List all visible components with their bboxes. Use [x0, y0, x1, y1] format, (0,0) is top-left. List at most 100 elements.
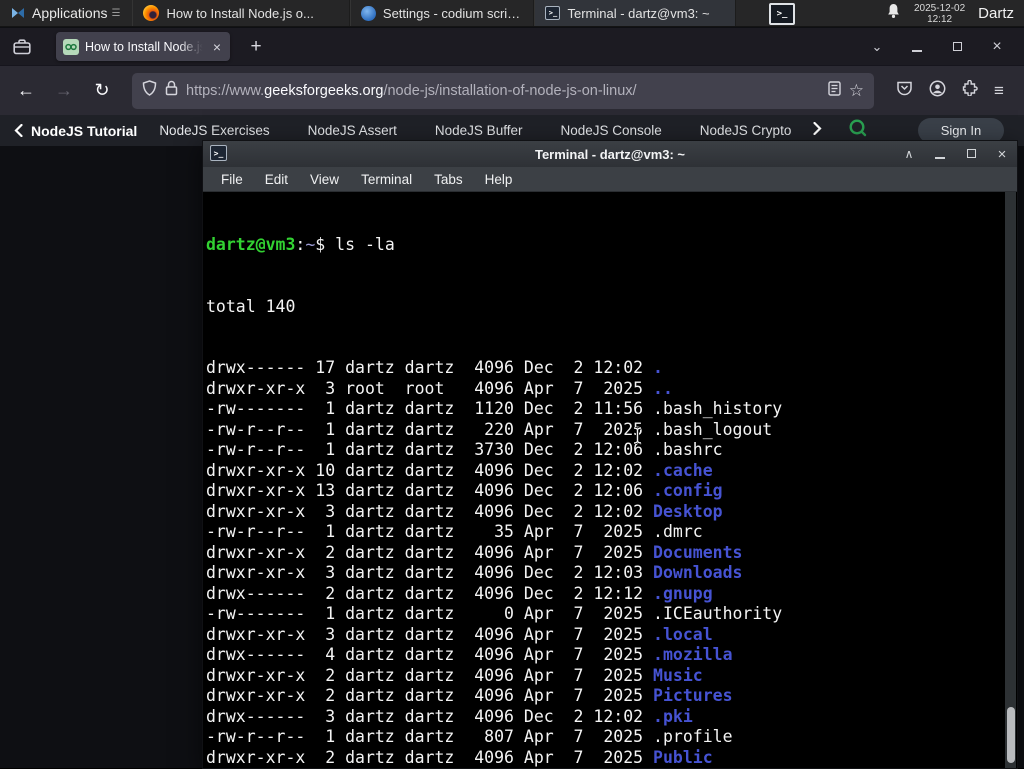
pocket-icon[interactable]	[896, 80, 913, 101]
browser-close-button[interactable]: ×	[988, 38, 1006, 56]
file-name: .config	[653, 481, 723, 500]
terminal-screen[interactable]: dartz@vm3:~$ ls -la total 140 drwx------…	[203, 192, 1017, 768]
applications-menu-button[interactable]: Applications ☰	[0, 0, 128, 26]
site-nav-item[interactable]: NodeJS Console	[560, 123, 661, 138]
terminal-line: -rw-r--r-- 1 dartz dartz 807 Apr 7 2025 …	[206, 727, 733, 746]
site-nav-item[interactable]: NodeJS Assert	[308, 123, 397, 138]
extensions-puzzle-icon[interactable]	[962, 79, 978, 101]
menu-hamburger-icon[interactable]: ≡	[994, 81, 1004, 101]
menu-terminal[interactable]: Terminal	[351, 170, 422, 189]
url-bar[interactable]: https://www.geeksforgeeks.org/node-js/in…	[132, 72, 874, 109]
terminal-close-button[interactable]: ×	[995, 146, 1009, 163]
chevron-right-icon	[813, 121, 822, 135]
top-panel: Applications ☰ How to Install Node.js o.…	[0, 0, 1024, 27]
terminal-window-icon: >_	[210, 145, 227, 161]
site-nav-forward[interactable]	[813, 121, 822, 140]
site-nav-back-label: NodeJS Tutorial	[31, 122, 138, 139]
bookmark-star-icon[interactable]: ☆	[849, 82, 864, 99]
tab-title: How to Install Node.js on	[85, 39, 205, 54]
list-all-tabs-icon[interactable]: ⌄	[868, 39, 886, 55]
terminal-line: drwxr-xr-x 13 dartz dartz 4096 Dec 2 12:…	[206, 481, 723, 500]
browser-tab-active[interactable]: How to Install Node.js on ×	[56, 32, 230, 61]
taskbar-item-terminal[interactable]: >_ Terminal - dartz@vm3: ~	[534, 0, 737, 26]
terminal-scrollbar-thumb[interactable]	[1006, 707, 1015, 763]
terminal-title: Terminal - dartz@vm3: ~	[534, 146, 686, 162]
panel-clock[interactable]: 2025-12-02 12:12	[914, 3, 965, 25]
menu-edit[interactable]: Edit	[255, 170, 298, 189]
terminal-line: drwxr-xr-x 3 dartz dartz 4096 Dec 2 12:0…	[206, 563, 743, 582]
taskbar-item-vscodium[interactable]: Settings - codium script...	[350, 0, 535, 26]
taskbar-item-firefox[interactable]: How to Install Node.js o...	[132, 0, 351, 26]
new-tab-button[interactable]: +	[242, 33, 270, 61]
file-name: ..	[653, 378, 673, 398]
account-icon[interactable]	[929, 80, 946, 102]
url-text: https://www.geeksforgeeks.org/node-js/in…	[186, 82, 637, 99]
site-nav-item[interactable]: NodeJS Crypto	[700, 123, 792, 138]
site-nav-item[interactable]: NodeJS Exercises	[159, 123, 269, 138]
firefox-tab-bar: How to Install Node.js on × + ⌄ ×	[0, 28, 1024, 65]
terminal-line: drwx------ 2 dartz dartz 4096 Dec 2 12:1…	[206, 583, 713, 603]
taskbar-item-label: Terminal - dartz@vm3: ~	[567, 5, 710, 21]
file-name: Music	[653, 665, 703, 685]
site-nav-back[interactable]: NodeJS Tutorial	[14, 123, 137, 139]
file-name: Documents	[653, 542, 743, 562]
terminal-line: -rw-r--r-- 1 dartz dartz 3730 Dec 2 12:0…	[206, 440, 723, 459]
terminal-scrollbar[interactable]	[1005, 192, 1016, 768]
reload-button[interactable]: ↻	[86, 75, 118, 107]
browser-maximize-button[interactable]	[948, 39, 966, 54]
tracking-shield-icon[interactable]	[142, 80, 157, 101]
file-name: Downloads	[653, 563, 743, 582]
file-name: .pki	[653, 706, 693, 726]
terminal-launcher-button[interactable]: >_	[766, 1, 798, 26]
terminal-launcher-icon: >_	[769, 2, 795, 25]
site-nav-item[interactable]: NodeJS Buffer	[435, 123, 523, 138]
forward-button[interactable]: →	[48, 75, 80, 107]
notification-bell-icon[interactable]	[886, 3, 901, 24]
site-nav-items: NodeJS Exercises NodeJS Assert NodeJS Bu…	[159, 123, 827, 138]
terminal-line: drwxr-xr-x 3 root root 4096 Apr 7 2025 .…	[206, 378, 673, 398]
firefox-icon	[143, 5, 160, 21]
menu-tabs[interactable]: Tabs	[424, 170, 473, 189]
clock-date: 2025-12-02	[914, 2, 966, 14]
terminal-prompt-line: dartz@vm3:~$ ls -la	[206, 235, 395, 254]
user-menu-button[interactable]: Dartz	[978, 5, 1014, 22]
back-button[interactable]: ←	[10, 75, 42, 107]
terminal-line: drwxr-xr-x 10 dartz dartz 4096 Dec 2 12:…	[206, 460, 713, 480]
terminal-line: -rw------- 1 dartz dartz 0 Apr 7 2025 .I…	[206, 604, 783, 623]
file-name: .mozilla	[653, 645, 733, 664]
applications-menu-icon	[10, 5, 26, 21]
lock-icon[interactable]	[165, 80, 178, 101]
file-name: .local	[653, 624, 713, 644]
menu-file[interactable]: File	[211, 170, 253, 189]
terminal-line: drwxr-xr-x 3 dartz dartz 4096 Apr 7 2025…	[206, 624, 713, 644]
file-name: .bashrc	[653, 440, 723, 459]
system-tray: 2025-12-02 12:12 Dartz	[886, 0, 1024, 27]
terminal-line: drwxr-xr-x 3 dartz dartz 4096 Dec 2 12:0…	[206, 501, 723, 521]
terminal-icon: >_	[545, 6, 561, 20]
terminal-total-line: total 140	[206, 296, 296, 316]
file-name: .cache	[653, 460, 713, 480]
terminal-titlebar[interactable]: >_ Terminal - dartz@vm3: ~ ∧ ×	[203, 141, 1017, 167]
menu-help[interactable]: Help	[475, 170, 523, 189]
reader-mode-icon[interactable]	[828, 80, 841, 101]
terminal-maximize-button[interactable]	[964, 147, 978, 161]
desktop: Applications ☰ How to Install Node.js o.…	[0, 0, 1024, 769]
terminal-shade-button[interactable]: ∧	[902, 147, 916, 161]
tab-close-icon[interactable]: ×	[211, 39, 223, 55]
taskbar-item-label: Settings - codium script...	[382, 5, 524, 21]
terminal-line: -rw------- 1 dartz dartz 1120 Dec 2 11:5…	[206, 399, 783, 418]
clock-time: 12:12	[927, 13, 953, 25]
firefox-view-icon[interactable]	[6, 33, 38, 61]
terminal-minimize-button[interactable]	[933, 147, 947, 161]
file-name: Desktop	[653, 501, 723, 521]
terminal-line: drwx------ 17 dartz dartz 4096 Dec 2 12:…	[206, 358, 663, 377]
menu-view[interactable]: View	[300, 170, 349, 189]
terminal-menubar: File Edit View Terminal Tabs Help	[203, 167, 1017, 192]
terminal-line: drwxr-xr-x 2 dartz dartz 4096 Apr 7 2025…	[206, 665, 703, 685]
browser-minimize-button[interactable]	[908, 39, 926, 54]
chevron-left-icon	[14, 124, 23, 137]
mouse-ibeam-cursor	[633, 426, 642, 449]
terminal-line: drwxr-xr-x 2 dartz dartz 4096 Apr 7 2025…	[206, 747, 713, 767]
file-name: .gnupg	[653, 583, 713, 603]
file-name: .bash_history	[653, 399, 783, 418]
